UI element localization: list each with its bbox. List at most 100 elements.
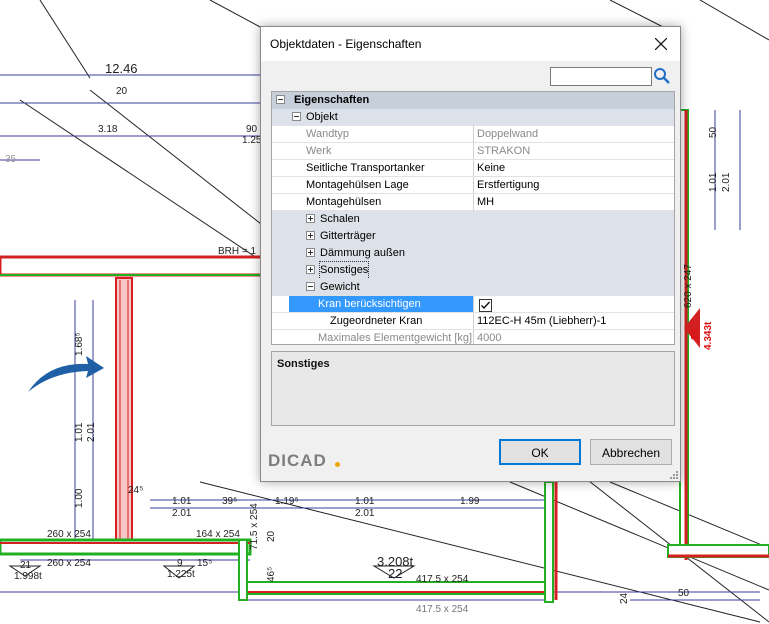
dim-21: 21 — [20, 560, 32, 571]
group-objekt[interactable]: Objekt — [272, 109, 674, 126]
dim-260x254-top: 260 x 254 — [47, 529, 91, 540]
dim-1-225t: 1.225t — [167, 569, 195, 580]
group-gittertraeger[interactable]: Gitterträger — [272, 228, 674, 245]
dim-50-right: 50 — [708, 126, 719, 138]
category-label: Eigenschaften — [294, 94, 370, 106]
wall-center-vertical — [544, 481, 554, 603]
property-row-zugeordneter-kran[interactable]: Zugeordneter Kran 112EC-H 45m (Liebherr)… — [272, 313, 674, 330]
property-row-montagehuelsen-lage[interactable]: Montagehülsen Lage Erstfertigung — [272, 177, 674, 194]
dialog-titlebar[interactable]: Objektdaten - Eigenschaften — [261, 27, 680, 61]
property-row-kran-beruecksichtigen[interactable]: Kran berücksichtigen — [272, 296, 674, 313]
property-row-montagehuelsen[interactable]: Montagehülsen MH — [272, 194, 674, 211]
dim-1-68: 1.68⁵ — [74, 332, 85, 356]
dim-39-5: 39⁵ — [222, 496, 238, 507]
collapse-icon[interactable] — [292, 112, 301, 121]
expand-icon[interactable] — [306, 248, 315, 257]
dicad-logo: DICAD — [268, 451, 327, 470]
dim-20-small: 20 — [266, 530, 277, 542]
cancel-button[interactable]: Abbrechen — [590, 439, 672, 465]
dim-1-00: 1.00 — [74, 488, 85, 508]
property-label: Zugeordneter Kran — [330, 315, 423, 327]
group-label: Objekt — [306, 111, 338, 123]
property-value[interactable]: Keine — [477, 160, 505, 177]
wall-top-left — [0, 255, 264, 277]
group-label: Gewicht — [320, 281, 360, 293]
property-row-max-elementgewicht[interactable]: Maximales Elementgewicht [kg] 4000 — [272, 330, 674, 344]
property-value: STRAKON — [477, 145, 531, 157]
dim-29: 29 — [690, 328, 701, 340]
property-value[interactable]: MH — [477, 194, 494, 211]
expand-icon[interactable] — [306, 265, 315, 274]
property-row-werk[interactable]: Werk STRAKON — [272, 143, 674, 160]
dim-46-5: 46⁵ — [266, 566, 277, 582]
dim-3-18: 3.18 — [98, 124, 118, 135]
property-value: Doppelwand — [477, 128, 539, 140]
dim-2-01-left: 2.01 — [86, 422, 97, 442]
dim-2-01-right: 2.01 — [721, 172, 732, 192]
property-label: Wandtyp — [306, 128, 350, 140]
property-row-transportanker[interactable]: Seitliche Transportanker Keine — [272, 160, 674, 177]
property-value[interactable]: Erstfertigung — [477, 177, 539, 194]
dim-9: 9 — [177, 558, 183, 569]
search-input[interactable] — [550, 67, 652, 86]
collapse-icon[interactable] — [306, 282, 315, 291]
dim-1-19-5: 1.19⁵ — [275, 496, 299, 507]
dim-15-5: 15⁵ — [197, 558, 213, 569]
dim-1-01-left: 1.01 — [74, 422, 85, 442]
dim-12-46: 12.46 — [105, 61, 138, 76]
group-label: Gitterträger — [320, 230, 376, 242]
group-schalen[interactable]: Schalen — [272, 211, 674, 228]
dim-24-5: 24⁵ — [128, 485, 144, 496]
property-value: 4000 — [477, 332, 502, 344]
expand-icon[interactable] — [306, 231, 315, 240]
property-row-wandtyp[interactable]: Wandtyp Doppelwand — [272, 126, 674, 143]
group-label: Dämmung außen — [320, 247, 405, 259]
property-label: Maximales Elementgewicht [kg] — [318, 332, 473, 344]
property-value[interactable]: 112EC-H 45m (Liebherr)-1 — [477, 313, 606, 330]
search-icon — [654, 68, 670, 84]
dim-2-01-bottom: 2.01 — [172, 508, 192, 519]
property-label: Werk — [306, 145, 332, 157]
property-label: Montagehülsen Lage — [306, 179, 409, 191]
dim-brh: BRH = 1 — [218, 246, 257, 257]
dim-417-5x254-bottom: 417.5 x 254 — [416, 604, 469, 615]
search-button[interactable] — [653, 67, 671, 85]
ok-button[interactable]: OK — [499, 439, 581, 465]
dim-1-01-right: 1.01 — [708, 172, 719, 192]
close-button[interactable] — [646, 29, 676, 59]
expand-icon[interactable] — [306, 214, 315, 223]
dim-1-25: 1.25 — [242, 135, 262, 146]
wall-small-vertical — [238, 539, 248, 601]
close-icon — [655, 38, 667, 50]
dim-35: 35 — [5, 154, 17, 165]
dim-620x247: 620 x 247 — [683, 264, 694, 308]
collapse-icon[interactable] — [276, 95, 285, 104]
dim-164x254: 164 x 254 — [196, 529, 240, 540]
dim-1-01-mid: 1.01 — [355, 496, 375, 507]
property-label: Kran berücksichtigen — [289, 296, 473, 313]
property-grid[interactable]: Eigenschaften Objekt Wandtyp Doppelwand … — [271, 91, 675, 345]
dim-22: 22 — [388, 566, 403, 581]
dialog-title: Objektdaten - Eigenschaften — [270, 37, 422, 51]
group-gewicht[interactable]: Gewicht — [272, 279, 674, 296]
dim-20: 20 — [116, 86, 128, 97]
group-daemmung[interactable]: Dämmung außen — [272, 245, 674, 262]
object-properties-dialog: Objektdaten - Eigenschaften Eigenschafte… — [260, 26, 681, 482]
group-label: Schalen — [320, 213, 360, 225]
kran-checkbox[interactable] — [479, 299, 492, 312]
property-label: Seitliche Transportanker — [306, 162, 425, 174]
dim-90: 90 — [246, 124, 258, 135]
checkmark-icon — [481, 301, 491, 310]
resize-grip-icon[interactable] — [668, 469, 678, 479]
dim-71-5x254: 71.5 x 254 — [249, 503, 260, 550]
property-label: Montagehülsen — [306, 196, 382, 208]
dim-1-998t: 1.998t — [14, 571, 42, 582]
group-label: Sonstiges — [318, 261, 370, 280]
dim-4-343t: 4.343t — [703, 321, 714, 350]
dim-417-5x254-top: 417.5 x 254 — [416, 574, 469, 585]
dim-2-01-mid: 2.01 — [355, 508, 375, 519]
description-title: Sonstiges — [277, 358, 330, 370]
group-sonstiges[interactable]: Sonstiges — [272, 261, 674, 280]
category-eigenschaften[interactable]: Eigenschaften — [272, 92, 674, 109]
logo-dot — [335, 462, 340, 467]
